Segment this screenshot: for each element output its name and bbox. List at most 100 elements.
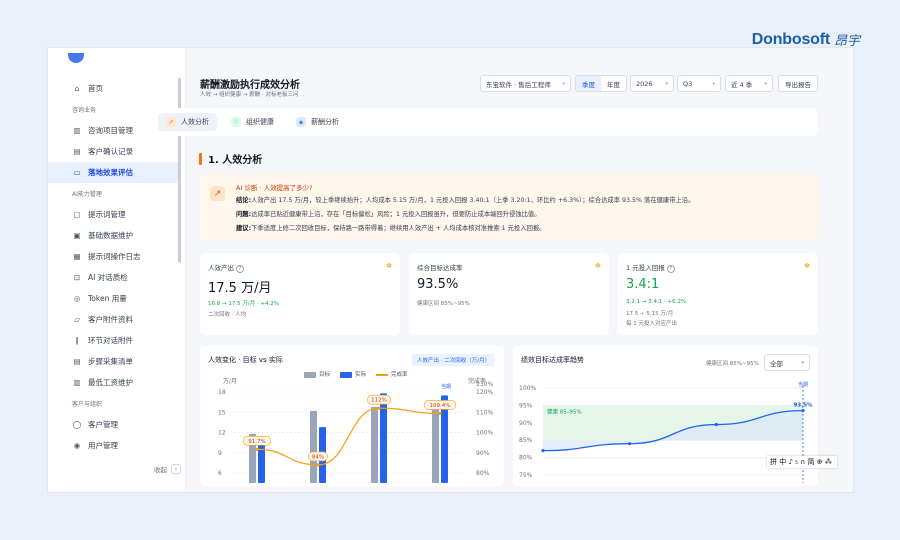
sidebar-item[interactable]: ▤ 客户确认记录 xyxy=(48,141,178,162)
collapse-button[interactable]: 收起 ‹ xyxy=(154,464,181,474)
sidebar-item-label: 提示词操作日志 xyxy=(88,252,141,261)
bar-chart-icon: ▥ xyxy=(73,126,81,135)
rate-line xyxy=(256,407,441,466)
top-bar: 薪酬激励执行成效分析 人效 → 组织健康 → 薪酬 · 对标老板三问 东宝软件 … xyxy=(186,66,853,104)
sidebar-item-label: 基础数据维护 xyxy=(88,231,133,240)
robot-icon: ⊡ xyxy=(73,273,81,282)
user-icon: ◯ xyxy=(72,420,82,429)
sidebar-item[interactable]: ▭ 落地效果评估 xyxy=(48,162,178,183)
sidebar-group-label: AI能力管理 xyxy=(72,191,102,198)
sidebar-group-label: 客户与组织 xyxy=(72,401,103,408)
period-mode-toggle: 季度 年度 xyxy=(575,75,627,92)
sidebar-item[interactable]: ∥ 环节对话附件 xyxy=(48,330,178,351)
company-select[interactable]: 东宝软件 · 售后工程师 ▾ xyxy=(480,75,571,92)
tab-org-health[interactable]: ♡ 组织健康 xyxy=(223,113,282,131)
sidebar-item[interactable]: ⌂ 首页 xyxy=(48,78,178,99)
quarter-select[interactable]: Q3 ▾ xyxy=(677,75,721,92)
diagnosis-problem-text: 达成率已贴近健康带上沿，存在「目标偏松」风险；1 元投入回报虽升，但要防止成本端… xyxy=(251,211,541,218)
trend-point xyxy=(628,442,632,446)
rate-data-label: 91.7% xyxy=(248,439,265,445)
clipboard-icon: ▤ xyxy=(73,357,81,366)
kpi-note: 健康区间 85%~95% xyxy=(417,301,470,307)
sidebar-item[interactable]: ◯ 客户管理 xyxy=(48,414,178,435)
log-icon: ▦ xyxy=(73,252,81,261)
year-select-value: 2026 xyxy=(636,79,653,88)
sidebar-item-label: 用户管理 xyxy=(88,441,118,450)
sidebar-item-label: 落地效果评估 xyxy=(88,168,133,177)
settings-icon[interactable]: ✻ xyxy=(595,262,601,270)
sidebar-item[interactable]: ▱ 客户附件资料 xyxy=(48,309,178,330)
sidebar-item[interactable]: ⊡ AI 对话质检 xyxy=(48,267,178,288)
period-mode-year[interactable]: 年度 xyxy=(601,76,626,91)
help-icon[interactable]: ? xyxy=(236,265,244,273)
range-select-value: 近 4 季 xyxy=(731,80,753,89)
company-select-value: 东宝软件 · 售后工程师 xyxy=(486,80,551,89)
folder-icon: ▱ xyxy=(74,315,80,324)
tab-label: 薪酬分析 xyxy=(311,118,339,126)
heart-icon: ♡ xyxy=(231,117,241,127)
kpi-value: 17.5 万/月 xyxy=(208,281,272,296)
y-tick-label: 15 xyxy=(218,409,226,416)
export-report-button[interactable]: 导出报告 xyxy=(778,75,818,92)
y-tick-label: 100% xyxy=(519,385,536,392)
sidebar-item[interactable]: ◉ 用户管理 xyxy=(48,435,178,456)
user-group-icon: ◉ xyxy=(73,441,81,450)
healthy-band-label: 健康 85–95% xyxy=(547,407,582,415)
home-icon: ⌂ xyxy=(74,84,80,93)
tab-compensation[interactable]: ◈ 薪酬分析 xyxy=(288,113,347,131)
diagnosis-conclusion-text: 人效产出 17.5 万/月，较上季继续抬升；人均成本 5.15 万/月，1 元投… xyxy=(251,197,695,204)
settings-icon[interactable]: ✻ xyxy=(386,262,392,270)
diagnosis-advice-text: 下季适度上修二次回收目标，保持路一路带得着；继续用人效产出 + 人均成本核对准推… xyxy=(251,225,546,232)
sidebar-item[interactable]: ▢ 提示词管理 xyxy=(48,204,178,225)
section-title: 1. 人效分析 xyxy=(199,151,262,166)
sidebar-item-label: 提示词管理 xyxy=(88,210,126,219)
tab-label: 组织健康 xyxy=(246,118,274,126)
sidebar-item-label: 咨询项目管理 xyxy=(88,126,133,135)
year-select[interactable]: 2026 ▾ xyxy=(630,75,674,92)
sidebar-item-label: 客户管理 xyxy=(88,420,118,429)
bar-target xyxy=(371,406,378,483)
trend-point xyxy=(714,422,718,427)
ime-toolbar[interactable]: 拼 中 ♪ ₅ ∩ 简 ⊕ ⁂ xyxy=(767,456,837,468)
kpi-note: 每 1 元投入对应产出 xyxy=(626,321,677,327)
kpi-card-achievement: 综合目标达成率 ✻ 93.5% 健康区间 85%~95% xyxy=(409,253,609,335)
help-icon[interactable]: ? xyxy=(666,265,675,273)
sidebar-item[interactable]: ▣ 基础数据维护 xyxy=(48,225,178,246)
kpi-title: 综合目标达成率 xyxy=(417,264,463,272)
document-icon: ▤ xyxy=(73,147,81,156)
efficiency-chart: 万/月 完成率18151296130%120%110%100%90%80%91.7… xyxy=(218,377,493,483)
range-select[interactable]: 近 4 季 ▾ xyxy=(725,75,773,92)
kpi-change: 16.8 → 17.5 万/月 · +4.2% xyxy=(208,301,280,307)
book-icon: ▣ xyxy=(73,231,81,240)
current-period-label: 当期 xyxy=(441,383,451,390)
section-accent-bar xyxy=(199,152,202,165)
page-title: 薪酬激励执行成效分析 xyxy=(200,80,300,91)
y2-tick-label: 90% xyxy=(476,450,490,457)
settings-icon[interactable]: ✻ xyxy=(804,262,810,270)
rate-data-label: 109.4% xyxy=(430,403,451,409)
sidebar-item[interactable]: ▤ 步骤采集清单 xyxy=(48,351,178,372)
sidebar-item[interactable]: ▦ 提示词操作日志 xyxy=(48,246,178,267)
kpi-formula: 17.5 ÷ 5.15 万/月 xyxy=(626,311,674,317)
sidebar-item-label: 客户确认记录 xyxy=(88,147,133,156)
diagnosis-advice: 建议:下季适度上修二次回收目标，保持路一路带得着；继续用人效产出 + 人均成本核… xyxy=(236,223,545,232)
brand-name: Donbosoft xyxy=(751,30,830,48)
bar-target xyxy=(432,404,439,483)
bar-actual xyxy=(258,440,265,483)
trend-point xyxy=(541,449,545,453)
sidebar-item[interactable]: ▥ 最低工资维护 xyxy=(48,372,178,393)
chevron-down-icon: ▾ xyxy=(665,80,668,87)
kpi-change: 3.2:1 → 3.4:1 · +6.2% xyxy=(626,299,687,305)
rate-data-label: 84% xyxy=(312,454,324,460)
rate-point xyxy=(438,411,442,416)
sidebar-item[interactable]: ◎ Token 用量 xyxy=(48,288,178,309)
y2-tick-label: 120% xyxy=(476,389,493,396)
diagnosis-question: AI 诊断 · 人效提高了多少? xyxy=(236,184,313,192)
period-mode-quarter[interactable]: 季度 xyxy=(576,76,601,91)
y-tick-label: 90% xyxy=(519,420,533,427)
y-axis-unit: 万/月 xyxy=(223,378,237,385)
quarter-select-value: Q3 xyxy=(683,79,693,88)
tab-efficiency[interactable]: ↗ 人效分析 xyxy=(158,113,217,131)
trend-up-icon: ↗ xyxy=(210,186,225,201)
diagnosis-conclusion-label: 结论: xyxy=(236,197,252,204)
